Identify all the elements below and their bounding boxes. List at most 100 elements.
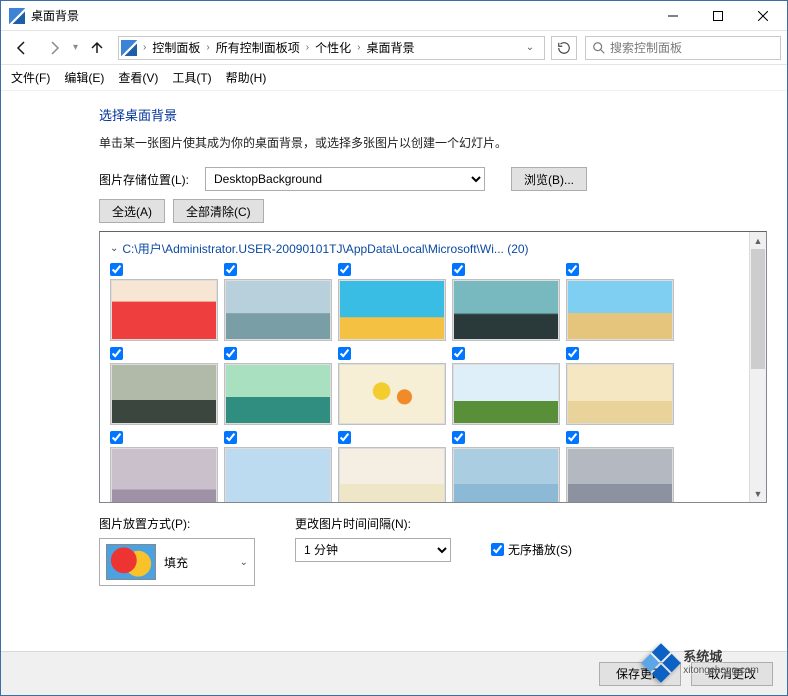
close-button[interactable] bbox=[740, 1, 785, 30]
browse-button[interactable]: 浏览(B)... bbox=[511, 167, 587, 191]
chevron-right-icon: › bbox=[355, 42, 362, 53]
wallpaper-item[interactable] bbox=[110, 263, 220, 341]
wallpaper-thumbnail[interactable] bbox=[452, 363, 560, 425]
back-button[interactable] bbox=[7, 34, 37, 62]
chevron-down-icon: ⌄ bbox=[240, 557, 248, 568]
up-button[interactable] bbox=[82, 34, 112, 62]
select-all-button[interactable]: 全选(A) bbox=[99, 199, 165, 223]
maximize-button[interactable] bbox=[695, 1, 740, 30]
wallpaper-checkbox[interactable] bbox=[566, 431, 579, 444]
title-bar: 桌面背景 bbox=[1, 1, 787, 31]
wallpaper-item[interactable] bbox=[338, 431, 448, 503]
cancel-button[interactable]: 取消更改 bbox=[691, 662, 773, 686]
page-title: 选择桌面背景 bbox=[99, 105, 767, 124]
wallpaper-item[interactable] bbox=[110, 431, 220, 503]
scroll-down-icon[interactable]: ▼ bbox=[750, 485, 766, 502]
wallpaper-item[interactable] bbox=[338, 347, 448, 425]
wallpaper-checkbox[interactable] bbox=[452, 347, 465, 360]
wallpaper-item[interactable] bbox=[452, 263, 562, 341]
menu-view[interactable]: 查看(V) bbox=[118, 69, 158, 86]
wallpaper-thumbnail[interactable] bbox=[452, 279, 560, 341]
wallpaper-item[interactable] bbox=[566, 263, 676, 341]
history-dropdown-icon[interactable]: ▾ bbox=[71, 42, 80, 53]
wallpaper-thumbnail[interactable] bbox=[110, 447, 218, 503]
wallpaper-thumbnail[interactable] bbox=[566, 447, 674, 503]
wallpaper-item[interactable] bbox=[224, 347, 334, 425]
wallpaper-thumbnail[interactable] bbox=[452, 447, 560, 503]
menu-tools[interactable]: 工具(T) bbox=[172, 69, 211, 86]
position-preview-icon bbox=[106, 544, 156, 580]
crumb-desktop-background[interactable]: 桌面背景 bbox=[362, 39, 418, 56]
wallpaper-thumbnail[interactable] bbox=[338, 363, 446, 425]
wallpaper-checkbox[interactable] bbox=[338, 347, 351, 360]
wallpaper-checkbox[interactable] bbox=[566, 347, 579, 360]
wallpaper-item[interactable] bbox=[452, 347, 562, 425]
wallpaper-thumbnail[interactable] bbox=[338, 447, 446, 503]
app-icon bbox=[9, 8, 25, 24]
wallpaper-checkbox[interactable] bbox=[110, 431, 123, 444]
wallpaper-image bbox=[454, 281, 558, 339]
wallpaper-checkbox[interactable] bbox=[110, 347, 123, 360]
breadcrumb[interactable]: › 控制面板 › 所有控制面板项 › 个性化 › 桌面背景 ⌄ bbox=[118, 36, 545, 60]
wallpaper-item[interactable] bbox=[452, 431, 562, 503]
collapse-icon[interactable]: ⌄ bbox=[110, 243, 118, 254]
forward-button[interactable] bbox=[39, 34, 69, 62]
position-select[interactable]: 填充 ⌄ bbox=[99, 538, 255, 586]
wallpaper-image bbox=[340, 365, 444, 423]
wallpaper-checkbox[interactable] bbox=[338, 263, 351, 276]
crumb-personalization[interactable]: 个性化 bbox=[311, 39, 355, 56]
wallpaper-checkbox[interactable] bbox=[566, 263, 579, 276]
wallpaper-thumbnail[interactable] bbox=[224, 279, 332, 341]
scroll-up-icon[interactable]: ▲ bbox=[750, 232, 766, 249]
interval-select[interactable]: 1 分钟 bbox=[295, 538, 451, 562]
search-input[interactable]: 搜索控制面板 bbox=[585, 36, 781, 60]
wallpaper-thumbnail[interactable] bbox=[224, 447, 332, 503]
wallpaper-checkbox[interactable] bbox=[224, 347, 237, 360]
minimize-button[interactable] bbox=[650, 1, 695, 30]
wallpaper-item[interactable] bbox=[224, 431, 334, 503]
wallpaper-image bbox=[568, 365, 672, 423]
wallpaper-item[interactable] bbox=[566, 431, 676, 503]
refresh-button[interactable] bbox=[551, 36, 577, 60]
wallpaper-item[interactable] bbox=[110, 347, 220, 425]
wallpaper-checkbox[interactable] bbox=[452, 263, 465, 276]
crumb-control-panel[interactable]: 控制面板 bbox=[148, 39, 204, 56]
save-button[interactable]: 保存更改 bbox=[599, 662, 681, 686]
wallpaper-image bbox=[112, 449, 216, 503]
wallpaper-item[interactable] bbox=[224, 263, 334, 341]
wallpaper-thumbnail[interactable] bbox=[338, 279, 446, 341]
wallpaper-thumbnail[interactable] bbox=[110, 363, 218, 425]
wallpaper-checkbox[interactable] bbox=[338, 431, 351, 444]
wallpaper-image bbox=[112, 365, 216, 423]
wallpaper-image bbox=[340, 281, 444, 339]
menu-edit[interactable]: 编辑(E) bbox=[64, 69, 104, 86]
wallpaper-item[interactable] bbox=[566, 347, 676, 425]
location-label: 图片存储位置(L): bbox=[99, 171, 197, 188]
wallpaper-thumbnail[interactable] bbox=[224, 363, 332, 425]
clear-all-button[interactable]: 全部清除(C) bbox=[173, 199, 264, 223]
wallpaper-checkbox[interactable] bbox=[224, 263, 237, 276]
wallpaper-checkbox[interactable] bbox=[224, 431, 237, 444]
wallpaper-image bbox=[454, 449, 558, 503]
crumb-all-items[interactable]: 所有控制面板项 bbox=[212, 39, 304, 56]
window-title: 桌面背景 bbox=[31, 7, 650, 24]
wallpaper-item[interactable] bbox=[338, 263, 448, 341]
location-select[interactable]: DesktopBackground bbox=[205, 167, 485, 191]
menu-file[interactable]: 文件(F) bbox=[11, 69, 50, 86]
wallpaper-image bbox=[226, 281, 330, 339]
scrollbar[interactable]: ▲ ▼ bbox=[749, 232, 766, 502]
breadcrumb-dropdown-icon[interactable]: ⌄ bbox=[518, 42, 542, 53]
wallpaper-checkbox[interactable] bbox=[110, 263, 123, 276]
menu-help[interactable]: 帮助(H) bbox=[226, 69, 267, 86]
wallpaper-thumbnail[interactable] bbox=[566, 279, 674, 341]
wallpaper-thumbnail[interactable] bbox=[110, 279, 218, 341]
position-label: 图片放置方式(P): bbox=[99, 515, 255, 532]
shuffle-checkbox[interactable] bbox=[491, 543, 504, 556]
folder-header[interactable]: ⌄ C:\用户\Administrator.USER-20090101TJ\Ap… bbox=[110, 240, 756, 257]
wallpaper-checkbox[interactable] bbox=[452, 431, 465, 444]
scroll-thumb[interactable] bbox=[751, 249, 765, 369]
scroll-track[interactable] bbox=[750, 249, 766, 485]
wallpaper-image bbox=[568, 281, 672, 339]
shuffle-label: 无序播放(S) bbox=[508, 541, 572, 558]
wallpaper-thumbnail[interactable] bbox=[566, 363, 674, 425]
